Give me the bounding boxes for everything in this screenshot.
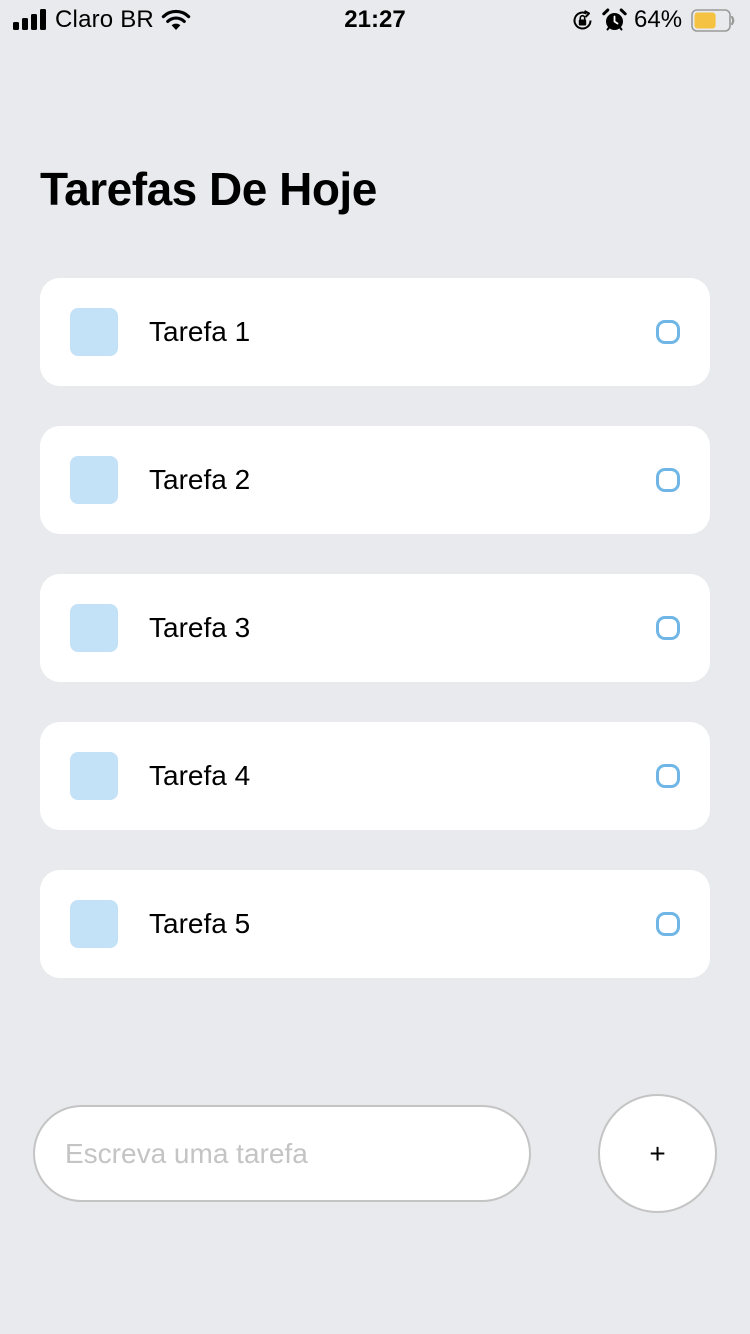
- task-label: Tarefa 1: [149, 316, 251, 347]
- task-label: Tarefa 2: [149, 464, 251, 495]
- new-task-input[interactable]: [33, 1105, 531, 1202]
- task-status-circle-icon[interactable]: [656, 764, 680, 788]
- task-status-circle-icon[interactable]: [656, 616, 680, 640]
- alarm-icon: [602, 8, 627, 31]
- task-item[interactable]: Tarefa 4: [40, 722, 710, 830]
- battery-icon: [691, 9, 735, 32]
- task-square-icon: [70, 752, 118, 800]
- task-square-icon: [70, 456, 118, 504]
- task-item[interactable]: Tarefa 2: [40, 426, 710, 534]
- add-task-button[interactable]: +: [598, 1094, 717, 1213]
- task-label: Tarefa 5: [149, 908, 251, 939]
- task-label: Tarefa 4: [149, 760, 251, 791]
- task-square-icon: [70, 308, 118, 356]
- task-item[interactable]: Tarefa 5: [40, 870, 710, 978]
- task-label: Tarefa 3: [149, 612, 251, 643]
- page-title: Tarefas De Hoje: [40, 163, 377, 215]
- battery-percentage: 64%: [634, 6, 683, 33]
- task-item[interactable]: Tarefa 3: [40, 574, 710, 682]
- task-item[interactable]: Tarefa 1: [40, 278, 710, 386]
- task-list: Tarefa 1 Tarefa 2 Tarefa 3 Tarefa 4 Tarefa 5: [40, 278, 710, 1018]
- status-bar: Claro BR 21:27 64%: [0, 0, 750, 40]
- task-status-circle-icon[interactable]: [656, 468, 680, 492]
- rotation-lock-icon: [573, 10, 592, 30]
- task-status-circle-icon[interactable]: [656, 320, 680, 344]
- task-status-circle-icon[interactable]: [656, 912, 680, 936]
- task-square-icon: [70, 900, 118, 948]
- task-square-icon: [70, 604, 118, 652]
